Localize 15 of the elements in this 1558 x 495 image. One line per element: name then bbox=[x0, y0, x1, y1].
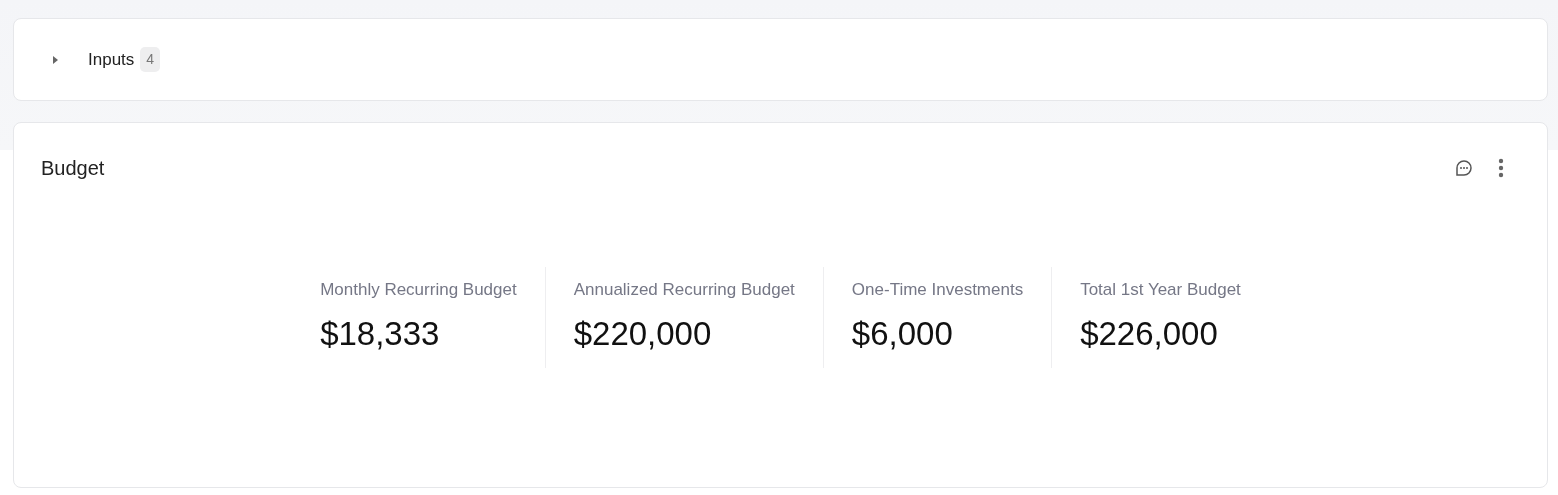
card-title: Budget bbox=[41, 156, 105, 181]
metric-value: $18,333 bbox=[320, 313, 441, 354]
more-options-button[interactable] bbox=[1498, 158, 1504, 178]
metric-label: Total 1st Year Budget bbox=[1080, 279, 1241, 301]
metric-label: Monthly Recurring Budget bbox=[320, 279, 517, 301]
metric-value: $226,000 bbox=[1080, 313, 1219, 354]
section-label: Inputs bbox=[88, 48, 135, 71]
expand-toggle[interactable] bbox=[50, 54, 60, 65]
metric-value: $220,000 bbox=[573, 313, 713, 354]
count-badge: 4 bbox=[140, 47, 161, 72]
caret-right-icon bbox=[52, 55, 58, 64]
metric-label: Annualized Recurring Budget bbox=[573, 279, 795, 301]
comment-button[interactable] bbox=[1454, 158, 1474, 178]
metric-value: $6,000 bbox=[851, 313, 954, 354]
metric-label: One-Time Investments bbox=[851, 279, 1024, 301]
